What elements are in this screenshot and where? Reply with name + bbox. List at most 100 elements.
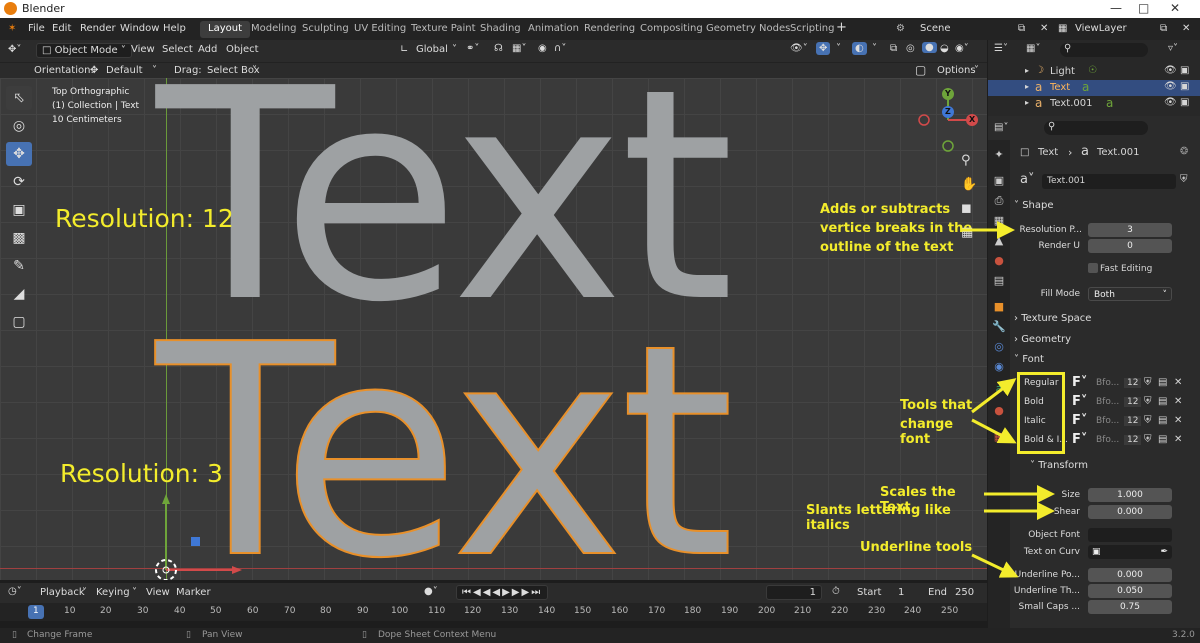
fake-user-icon[interactable]: ⛨: [1144, 434, 1152, 445]
transform-gizmo[interactable]: [150, 494, 250, 580]
scene-icon[interactable]: ⚙: [896, 23, 905, 34]
outliner-search-input[interactable]: ⚲: [1060, 43, 1148, 57]
scene-copy-icon[interactable]: ⧉: [1018, 23, 1025, 34]
play-icon[interactable]: ▶: [502, 587, 512, 598]
shading-wireframe-icon[interactable]: ◎: [906, 43, 915, 54]
shading-material-icon[interactable]: ◒: [940, 43, 949, 54]
modifier-tab-icon[interactable]: 🔧: [992, 320, 1006, 334]
object-tab-icon[interactable]: ■: [992, 300, 1006, 314]
proportional-edit-icon[interactable]: ◉: [538, 43, 547, 54]
font-name[interactable]: Bfo...: [1096, 435, 1119, 445]
fake-user-icon[interactable]: ⛨: [1144, 415, 1152, 426]
menu-help[interactable]: Help: [163, 23, 186, 34]
font-browse-icon[interactable]: F˅: [1072, 432, 1087, 447]
snap-icon[interactable]: ☊: [494, 43, 503, 54]
jump-end-icon[interactable]: ⏭: [531, 587, 542, 598]
tool-tab-icon[interactable]: ✦: [992, 148, 1006, 162]
unlink-icon[interactable]: ✕: [1174, 434, 1182, 445]
fake-user-icon[interactable]: ⛨: [1144, 396, 1152, 407]
geometry-panel-header[interactable]: › Geometry: [1014, 334, 1194, 352]
render-camera-icon[interactable]: ▣: [1180, 65, 1189, 76]
folder-icon[interactable]: ▤: [1158, 396, 1167, 407]
font-browse-icon[interactable]: F˅: [1072, 375, 1087, 390]
close-icon[interactable]: ✕: [1170, 1, 1180, 15]
shading-solid-icon[interactable]: ●: [922, 42, 937, 53]
playback-controls[interactable]: ⏮◀◀◀▶▶▶⏭: [456, 585, 549, 600]
small-caps-field[interactable]: 0.75: [1088, 600, 1172, 614]
eye-icon[interactable]: 👁: [1164, 81, 1177, 92]
object-font-field[interactable]: [1088, 528, 1172, 542]
add-workspace-icon[interactable]: +: [836, 20, 847, 35]
shear-field[interactable]: 0.000: [1088, 505, 1172, 519]
falloff-icon[interactable]: ∩˅: [554, 43, 566, 54]
expand-arrow-icon[interactable]: ▸: [1025, 66, 1029, 75]
menu-select[interactable]: Select: [162, 44, 193, 55]
transform-tool-icon[interactable]: ▩: [6, 226, 32, 250]
texture-space-panel-header[interactable]: › Texture Space: [1014, 313, 1194, 331]
folder-icon[interactable]: ▤: [1158, 434, 1167, 445]
scene-close-icon[interactable]: ✕: [1040, 23, 1048, 34]
timeline-editor-icon[interactable]: ◷˅: [8, 586, 22, 597]
measure-tool-icon[interactable]: ◢: [6, 282, 32, 306]
output-tab-icon[interactable]: ⎙: [992, 194, 1006, 208]
next-key-icon[interactable]: ▶▶: [512, 587, 531, 598]
datablock-name-field[interactable]: Text.001: [1042, 174, 1176, 189]
shading-rendered-icon[interactable]: ◉˅: [955, 43, 969, 54]
menu-window[interactable]: Window: [120, 23, 159, 34]
properties-search-input[interactable]: ⚲: [1044, 121, 1148, 135]
jump-start-icon[interactable]: ⏮: [462, 587, 473, 598]
texture-tab-icon[interactable]: ▦: [992, 430, 1006, 444]
text-on-curve-field[interactable]: ▣ ✒: [1088, 545, 1172, 559]
menu-file[interactable]: File: [28, 23, 45, 34]
physics-tab-icon[interactable]: ◉: [992, 360, 1006, 374]
prev-key-icon[interactable]: ◀◀: [473, 587, 492, 598]
pivot-icon[interactable]: ⚭˅: [466, 43, 479, 54]
eye-icon[interactable]: 👁: [1164, 65, 1177, 76]
folder-icon[interactable]: ▤: [1158, 415, 1167, 426]
font-name[interactable]: Bfo...: [1096, 378, 1119, 388]
gizmo-dropdown-icon[interactable]: ˅: [836, 43, 841, 54]
current-frame-field[interactable]: 1: [766, 585, 822, 600]
collection-tab-icon[interactable]: ▤: [992, 274, 1006, 288]
pan-hand-icon[interactable]: ✋: [961, 177, 977, 192]
fake-user-icon[interactable]: ⛨: [1180, 174, 1188, 185]
pin-icon[interactable]: ❂: [1180, 146, 1188, 157]
menu-timeline-view[interactable]: View: [146, 587, 170, 598]
viewlayer-copy-icon[interactable]: ⧉: [1160, 23, 1167, 34]
fast-editing-checkbox[interactable]: [1088, 263, 1098, 273]
unlink-icon[interactable]: ✕: [1174, 377, 1182, 388]
select-box-tool-icon[interactable]: ⬁: [6, 86, 32, 110]
scale-tool-icon[interactable]: ▣: [6, 198, 32, 222]
stopwatch-icon[interactable]: ⏱: [832, 586, 840, 597]
world-tab-icon[interactable]: ●: [992, 254, 1006, 268]
menu-object[interactable]: Object: [226, 44, 259, 55]
editor-type-icon[interactable]: ✥˅: [8, 44, 21, 55]
font-name[interactable]: Bfo...: [1096, 416, 1119, 426]
blender-menu-icon[interactable]: ✶: [8, 23, 16, 34]
outliner-item-light[interactable]: ▸ ☽ Light ☉ 👁 ▣: [988, 64, 1200, 80]
particles-tab-icon[interactable]: ◎: [992, 340, 1006, 354]
expand-arrow-icon[interactable]: ▸: [1025, 98, 1029, 107]
menu-playback[interactable]: Playback: [40, 587, 85, 598]
unlink-icon[interactable]: ✕: [1174, 396, 1182, 407]
menu-edit[interactable]: Edit: [52, 23, 71, 34]
font-panel-header[interactable]: ˅ Font: [1014, 354, 1194, 372]
options-dropdown[interactable]: Options: [937, 65, 976, 76]
resolution-preview-field[interactable]: 3: [1088, 223, 1172, 237]
perspective-toggle-icon[interactable]: ▦: [961, 225, 973, 240]
viewlayer-close-icon[interactable]: ✕: [1182, 23, 1190, 34]
eye-icon[interactable]: 👁: [1164, 97, 1177, 108]
xray-icon[interactable]: ⧉: [890, 43, 897, 54]
camera-view-icon[interactable]: ◼: [961, 201, 972, 216]
unlink-icon[interactable]: ✕: [1174, 415, 1182, 426]
eyedropper-icon[interactable]: ✒: [1160, 545, 1168, 559]
size-field[interactable]: 1.000: [1088, 488, 1172, 502]
tab-scripting[interactable]: Scripting: [782, 21, 842, 38]
filter-icon[interactable]: ▿˅: [1168, 43, 1178, 54]
material-tab-icon[interactable]: ●: [992, 404, 1006, 418]
menu-view[interactable]: View: [131, 44, 155, 55]
frame-ruler[interactable]: 1 10 20 30 40 50 60 70 80 90 100 110 120…: [0, 603, 987, 621]
viewlayer-icon[interactable]: ▦: [1058, 23, 1067, 34]
menu-keying[interactable]: Keying: [96, 587, 130, 598]
underline-thickness-field[interactable]: 0.050: [1088, 584, 1172, 598]
